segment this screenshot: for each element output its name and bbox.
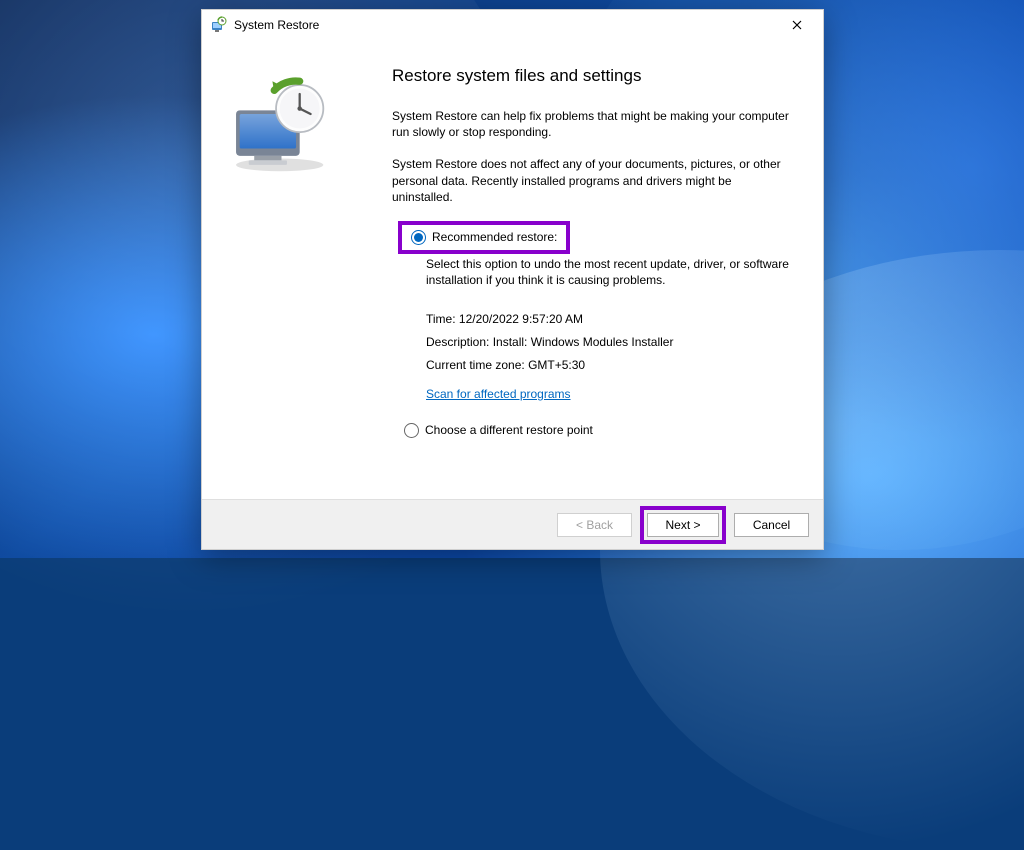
restore-timezone: Current time zone: GMT+5:30: [426, 354, 793, 377]
choose-different-option[interactable]: Choose a different restore point: [404, 423, 793, 438]
next-button[interactable]: Next >: [647, 513, 719, 537]
back-button: < Back: [557, 513, 632, 537]
left-panel: [202, 56, 387, 499]
cancel-button[interactable]: Cancel: [734, 513, 809, 537]
intro-paragraph-1: System Restore can help fix problems tha…: [392, 108, 793, 140]
recommended-restore-highlight: Recommended restore:: [398, 221, 570, 254]
choose-different-label: Choose a different restore point: [425, 423, 593, 437]
restore-time: Time: 12/20/2022 9:57:20 AM: [426, 308, 793, 331]
recommended-restore-label: Recommended restore:: [432, 230, 557, 244]
choose-different-radio[interactable]: [404, 423, 419, 438]
system-restore-graphic-icon: [224, 74, 339, 174]
recommended-restore-radio[interactable]: [411, 230, 426, 245]
window-title: System Restore: [234, 18, 771, 32]
system-restore-icon: [210, 16, 228, 34]
content-panel: Restore system files and settings System…: [387, 56, 823, 499]
scan-affected-programs-link[interactable]: Scan for affected programs: [426, 387, 571, 401]
dialog-body: Restore system files and settings System…: [202, 40, 823, 499]
next-button-highlight: Next >: [640, 506, 726, 544]
close-icon: [792, 20, 802, 30]
recommended-restore-help: Select this option to undo the most rece…: [426, 256, 793, 288]
intro-paragraph-2: System Restore does not affect any of yo…: [392, 156, 793, 205]
system-restore-dialog: System Restore: [201, 9, 824, 550]
close-button[interactable]: [777, 12, 817, 38]
dialog-footer: < Back Next > Cancel: [202, 499, 823, 549]
titlebar: System Restore: [202, 10, 823, 40]
restore-point-details: Time: 12/20/2022 9:57:20 AM Description:…: [426, 308, 793, 376]
restore-description: Description: Install: Windows Modules In…: [426, 331, 793, 354]
page-heading: Restore system files and settings: [392, 66, 793, 86]
